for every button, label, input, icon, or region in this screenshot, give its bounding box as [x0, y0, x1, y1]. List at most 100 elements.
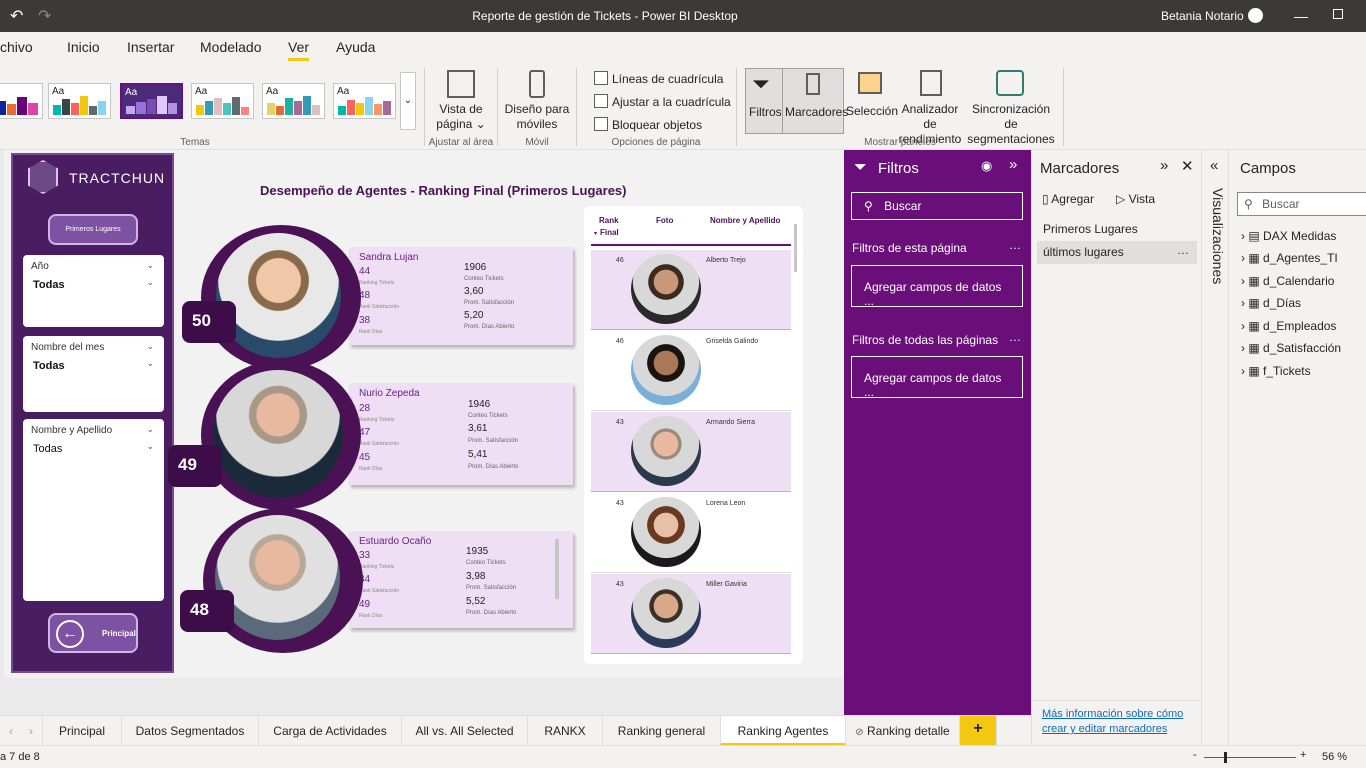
funnel-icon: ⏷	[752, 71, 770, 96]
more-icon[interactable]: …	[1177, 243, 1189, 257]
agent-card[interactable]: Nurio Zepeda 28 Ranking Tickets 47 Rank Sa…	[349, 383, 573, 485]
bookmark-item-selected[interactable]: últimos lugares…	[1037, 241, 1197, 264]
table-row[interactable]: 43 Miller Gaviria	[591, 574, 791, 654]
header-rank-final: Final	[600, 228, 619, 237]
menu-modelado[interactable]: Modelado	[200, 39, 262, 55]
collapse-icon[interactable]: »	[1009, 156, 1017, 173]
table-row[interactable]: 43 Armando Sierra	[591, 412, 791, 492]
themes-expand-button[interactable]: ⌄	[400, 72, 416, 130]
header-foto[interactable]: Foto	[656, 216, 673, 225]
theme-2[interactable]: Aa	[48, 83, 111, 119]
table-row[interactable]: 43 Lorena Leon	[591, 493, 791, 573]
prev-page-icon[interactable]: ‹	[9, 724, 13, 738]
chevron-down-icon[interactable]: ⌄	[146, 277, 154, 288]
tab-datos-segmentados[interactable]: Datos Segmentados	[122, 716, 259, 746]
zoom-in-button[interactable]: +	[1300, 749, 1306, 761]
zoom-slider[interactable]	[1204, 757, 1296, 758]
sincronizacion-button[interactable]: Sincronización de segmentaciones	[966, 102, 1056, 147]
minimize-icon[interactable]: —	[1294, 8, 1308, 24]
menu-ver[interactable]: Ver	[288, 39, 310, 61]
seleccion-button[interactable]: Selección	[846, 104, 898, 118]
diseno-moviles-button[interactable]: Diseño para móviles	[503, 102, 571, 132]
field-table[interactable]: › ▤ DAX Medidas	[1241, 229, 1336, 243]
restore-icon[interactable]	[1333, 9, 1343, 19]
primeros-lugares-button[interactable]: Primeros Lugares	[48, 214, 138, 245]
zoom-out-button[interactable]: -	[1193, 749, 1197, 761]
tab-ranking-detalle[interactable]: ⊘ Ranking detalle	[846, 716, 960, 746]
field-table[interactable]: › ▦ d_Empleados	[1241, 319, 1336, 333]
theme-3-selected[interactable]: Aa	[120, 83, 183, 119]
field-table[interactable]: › ▦ f_Tickets	[1241, 364, 1311, 378]
expand-icon[interactable]: »	[1160, 157, 1168, 174]
header-rank[interactable]: Rank	[599, 216, 619, 225]
agent-card[interactable]: Sandra Lujan 44 Ranking Tickets 48 Rank Sa…	[349, 247, 573, 345]
card-scrollbar[interactable]	[555, 539, 559, 599]
more-icon[interactable]: …	[1009, 330, 1021, 344]
table-icon: ▦	[1248, 274, 1260, 288]
filtros-pane-button[interactable]: ⏷ Filtros	[745, 68, 783, 134]
bookmark-item[interactable]: Primeros Lugares	[1037, 218, 1197, 240]
slicer-nombre[interactable]: Nombre y Apellido ⌄ Todas ⌄	[23, 419, 164, 601]
table-row[interactable]: 46 Griselda Galindo	[591, 331, 791, 411]
tab-ranking-general[interactable]: Ranking general	[603, 716, 721, 746]
sync-icon	[996, 70, 1024, 96]
vista-pagina-button[interactable]: Vista de página ⌄	[432, 102, 490, 132]
add-fields-dropzone-all[interactable]: Agregar campos de datos ...	[851, 356, 1023, 399]
more-icon[interactable]: …	[1009, 238, 1021, 252]
bloquear-label: Bloquear objetos	[612, 118, 703, 132]
table-row[interactable]: 46 Alberto Trejo	[591, 250, 791, 330]
next-page-icon[interactable]: ›	[29, 724, 33, 738]
theme-1[interactable]: Aa	[0, 83, 43, 119]
ajustar-checkbox[interactable]	[594, 94, 608, 108]
close-icon[interactable]: ✕	[1181, 157, 1194, 175]
field-table[interactable]: › ▦ d_Agentes_TI	[1241, 251, 1338, 265]
tab-rankx[interactable]: RANKX	[528, 716, 603, 746]
theme-4[interactable]: Aa	[191, 83, 254, 119]
theme-5[interactable]: Aa	[262, 83, 325, 119]
menu-ayuda[interactable]: Ayuda	[336, 39, 375, 55]
principal-button[interactable]: ← Principal	[48, 613, 138, 653]
chevron-down-icon[interactable]: ⌄	[146, 358, 154, 369]
menu-insertar[interactable]: Insertar	[127, 39, 174, 55]
tab-principal[interactable]: Principal	[42, 716, 122, 746]
agent-card[interactable]: Estuardo Ocaño 33 Ranking Tickets 34 Rank …	[349, 531, 573, 628]
field-table[interactable]: › ▦ d_Satisfacción	[1241, 341, 1341, 355]
view-bookmark-button[interactable]: ▷ Vista	[1116, 192, 1155, 206]
zoom-slider-thumb[interactable]	[1224, 752, 1227, 763]
header-nombre[interactable]: Nombre y Apellido	[710, 216, 780, 225]
ranking-table: Rank ▾ Final Foto Nombre y Apellido 46 Al…	[584, 206, 803, 664]
table-scrollbar[interactable]	[794, 224, 797, 272]
view-icon: ▷	[1116, 192, 1126, 206]
measure-table-icon: ▤	[1248, 229, 1260, 243]
slicer-ano[interactable]: Año ⌄ Todas ⌄	[23, 255, 164, 327]
tab-carga-actividades[interactable]: Carga de Actividades	[259, 716, 402, 746]
eye-icon[interactable]: ◉	[981, 158, 992, 174]
zoom-level[interactable]: 56 %	[1322, 751, 1347, 763]
tab-all-vs-all[interactable]: All vs. All Selected	[402, 716, 528, 746]
report-canvas: TRACTCHUN Primeros Lugares Año ⌄ Todas ⌄ N…	[0, 150, 844, 715]
slicer-mes[interactable]: Nombre del mes ⌄ Todas ⌄	[23, 336, 164, 412]
marcadores-pane-button[interactable]: Marcadores	[782, 68, 848, 134]
field-table[interactable]: › ▦ d_Calendario	[1241, 274, 1334, 288]
help-link[interactable]: Más información sobre cómo crear y editar…	[1042, 707, 1183, 737]
visualizations-pane-collapsed[interactable]: « Visualizaciones	[1201, 150, 1228, 745]
expand-left-icon[interactable]: «	[1210, 157, 1218, 174]
agent-rank: 48	[180, 590, 234, 632]
field-table[interactable]: › ▦ d_Días	[1241, 296, 1301, 310]
add-fields-dropzone[interactable]: Agregar campos de datos ...	[851, 265, 1023, 308]
menu-inicio[interactable]: Inicio	[67, 39, 100, 55]
fields-search-input[interactable]: ⚲ Buscar	[1237, 192, 1366, 216]
theme-6[interactable]: Aa	[333, 83, 396, 119]
chevron-down-icon[interactable]: ⌄	[146, 441, 154, 452]
add-bookmark-button[interactable]: ▯ Agregar	[1042, 192, 1094, 206]
menu-archivo[interactable]: chivo	[0, 39, 33, 55]
avatar[interactable]	[1248, 8, 1263, 23]
filters-search-input[interactable]: ⚲ Buscar	[851, 192, 1023, 220]
movil-label: Móvil	[525, 137, 549, 148]
bloquear-checkbox[interactable]	[594, 117, 608, 131]
row-photo	[631, 497, 701, 567]
menu-bar: chivo Inicio Insertar Modelado Ver Ayuda	[0, 32, 1366, 62]
lineas-checkbox[interactable]	[594, 71, 608, 85]
add-page-button[interactable]: +	[960, 716, 997, 746]
tab-ranking-agentes[interactable]: Ranking Agentes	[721, 716, 846, 746]
